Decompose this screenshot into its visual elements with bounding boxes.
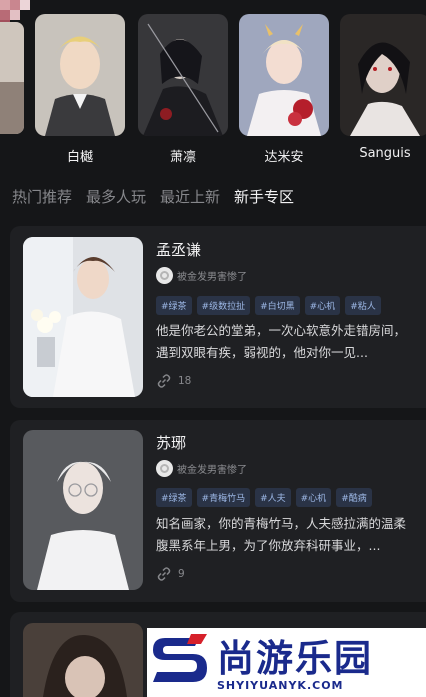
- tab-most-played[interactable]: 最多人玩: [86, 186, 146, 207]
- tag[interactable]: #青梅竹马: [196, 488, 251, 507]
- character-name: 萧凛: [169, 150, 196, 165]
- tag[interactable]: #酷病: [336, 488, 372, 507]
- character-card-partial[interactable]: [0, 22, 24, 134]
- character-portrait[interactable]: [239, 14, 329, 136]
- tag[interactable]: #心机: [295, 488, 332, 507]
- site-watermark: 尚游乐园 SHYIYUANYK.COM: [147, 628, 426, 697]
- chat-count: 18: [156, 373, 191, 389]
- tag[interactable]: #级数拉扯: [196, 296, 251, 315]
- card-description: 他是你老公的堂弟，一次心软意外走错房间，遇到双眼有疾，弱视的，他对你一见...: [156, 323, 407, 360]
- watermark-brand: 尚游乐园: [217, 637, 373, 680]
- author-row: 被金发男害惨了: [156, 267, 247, 284]
- s-logo-icon: [153, 634, 207, 682]
- tag-list: #绿茶 #青梅竹马 #人夫 #心机 #酷病: [156, 488, 372, 507]
- character-name: 白樾: [66, 150, 93, 165]
- story-card[interactable]: 苏琊 被金发男害惨了 #绿茶 #青梅竹马 #人夫 #心机 #酷病 知名画家，你的…: [10, 420, 426, 602]
- tab-newest[interactable]: 最近上新: [160, 186, 220, 207]
- character-name: 达米安: [264, 150, 304, 165]
- character-name: Sanguis: [359, 146, 411, 161]
- author-name: 被金发男害惨了: [177, 465, 247, 476]
- card-cover-image: [23, 430, 143, 590]
- character-carousel: 白樾 萧凛 达米安 Sanguis: [0, 0, 426, 178]
- tag-list: #绿茶 #级数拉扯 #白切黑 #心机 #粘人: [156, 296, 381, 315]
- card-cover-image: [23, 623, 143, 697]
- category-tabs: 热门推荐 最多人玩 最近上新 新手专区: [12, 186, 294, 207]
- card-title: 苏琊: [156, 434, 187, 452]
- card-cover-image: [23, 237, 143, 397]
- link-icon: [157, 567, 171, 581]
- chat-count: 9: [156, 566, 185, 582]
- tag[interactable]: #白切黑: [255, 296, 300, 315]
- link-icon: [157, 374, 171, 388]
- tag[interactable]: #绿茶: [156, 488, 192, 507]
- tag[interactable]: #人夫: [255, 488, 291, 507]
- tab-beginner-zone[interactable]: 新手专区: [234, 186, 294, 207]
- character-portrait[interactable]: [35, 14, 125, 136]
- chat-count-value: 9: [178, 568, 185, 580]
- tag[interactable]: #心机: [304, 296, 341, 315]
- tag[interactable]: #粘人: [345, 296, 381, 315]
- story-card[interactable]: 孟丞谦 被金发男害惨了 #绿茶 #级数拉扯 #白切黑 #心机 #粘人 他是你老公…: [10, 226, 426, 408]
- character-portrait[interactable]: [340, 14, 426, 136]
- author-name: 被金发男害惨了: [177, 272, 247, 283]
- card-title: 孟丞谦: [156, 241, 202, 259]
- author-row: 被金发男害惨了: [156, 460, 247, 477]
- chat-count-value: 18: [178, 375, 192, 387]
- author-avatar: [156, 267, 173, 284]
- watermark-url: SHYIYUANYK.COM: [217, 679, 344, 692]
- character-portrait[interactable]: [138, 14, 228, 136]
- tab-hot-recommend[interactable]: 热门推荐: [12, 186, 72, 207]
- card-description: 知名画家，你的青梅竹马，人夫感拉满的温柔腹黑系年上男，为了你放弃科研事业，...: [156, 516, 407, 553]
- author-avatar: [156, 460, 173, 477]
- tag[interactable]: #绿茶: [156, 296, 192, 315]
